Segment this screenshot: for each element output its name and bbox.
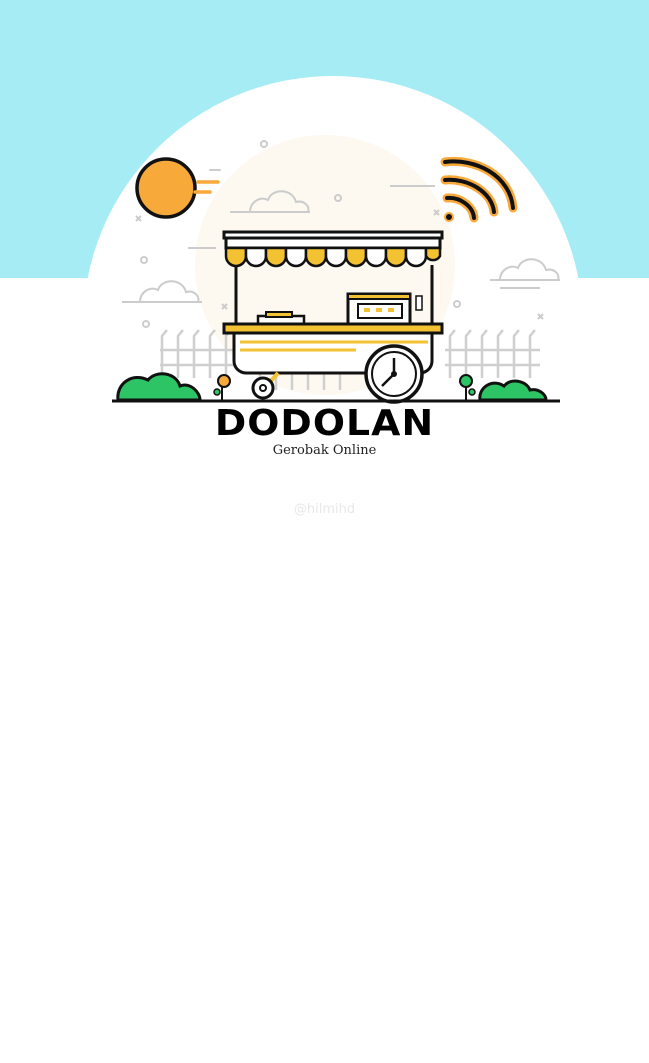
author-watermark: @hilmihd [293,502,356,517]
food-cart-illustration [112,135,560,404]
app-tagline: Gerobak Online [272,443,377,458]
wifi-icon [440,156,518,223]
app-title: DODOLAN [214,403,435,444]
sun-icon [135,157,221,219]
